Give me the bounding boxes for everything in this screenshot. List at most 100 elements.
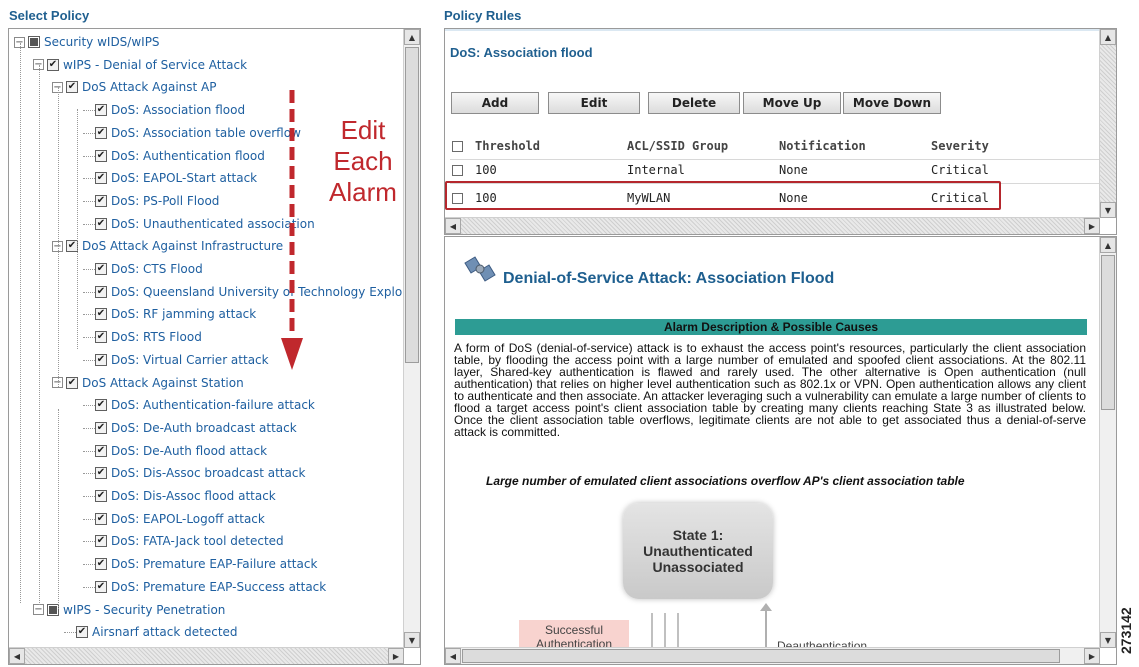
- tree-item-label[interactable]: DoS: Dis-Assoc flood attack: [111, 489, 276, 503]
- tree-item[interactable]: ✔ DoS: Premature EAP-Failure attack: [95, 553, 317, 575]
- collapse-icon[interactable]: −: [33, 604, 44, 615]
- tree-horizontal-scrollbar[interactable]: ◀ ▶: [9, 647, 404, 664]
- tree-checkbox[interactable]: ✔: [95, 149, 107, 162]
- tree-item[interactable]: ✔ DoS: PS-Poll Flood: [95, 190, 219, 212]
- tree-item-label[interactable]: DoS: PS-Poll Flood: [111, 194, 219, 208]
- table-row[interactable]: 100 Internal None Critical: [450, 157, 1100, 184]
- tree-checkbox[interactable]: ✔: [95, 104, 107, 117]
- tree-item-label[interactable]: DoS: Association table overflow: [111, 126, 301, 140]
- tree-item[interactable]: ✔ DoS: EAPOL-Start attack: [95, 167, 257, 189]
- tree-item[interactable]: ✔ DoS: Premature EAP-Success attack: [95, 576, 326, 598]
- scroll-right-icon[interactable]: ▶: [1084, 648, 1100, 664]
- tree-checkbox[interactable]: ✔: [95, 399, 107, 412]
- tree-checkbox[interactable]: ✔: [95, 194, 107, 207]
- scroll-left-icon[interactable]: ◀: [9, 648, 25, 664]
- rules-horizontal-scrollbar[interactable]: ◀ ▶: [445, 217, 1100, 234]
- tree-item[interactable]: ✔ DoS: De-Auth flood attack: [95, 440, 267, 462]
- tree-item[interactable]: ✔ DoS: De-Auth broadcast attack: [95, 417, 297, 439]
- tree-item-label[interactable]: DoS: Premature EAP-Failure attack: [111, 557, 317, 571]
- tree-item[interactable]: ✔ DoS: Association flood: [95, 99, 245, 121]
- tree-checkbox[interactable]: ✔: [95, 331, 107, 344]
- tree-checkbox[interactable]: ✔: [95, 172, 107, 185]
- tree-item-label[interactable]: DoS: RTS Flood: [111, 330, 202, 344]
- tree-item-label[interactable]: DoS: Authentication flood: [111, 149, 265, 163]
- delete-button[interactable]: Delete: [648, 92, 740, 114]
- tree-item[interactable]: ✔ DoS: FATA-Jack tool detected: [95, 530, 284, 552]
- tree-item[interactable]: − Security wIDS/wIPS: [14, 31, 160, 53]
- tree-item-label[interactable]: DoS: RF jamming attack: [111, 307, 256, 321]
- tree-checkbox[interactable]: ✔: [95, 353, 107, 366]
- tree-item[interactable]: ✔ DoS: Dis-Assoc broadcast attack: [95, 462, 305, 484]
- tree-checkbox[interactable]: [28, 36, 40, 48]
- tree-checkbox[interactable]: ✔: [95, 558, 107, 571]
- scroll-down-icon[interactable]: ▼: [404, 632, 420, 648]
- tree-item-label[interactable]: DoS: Virtual Carrier attack: [111, 353, 269, 367]
- scroll-up-icon[interactable]: ▲: [1100, 237, 1116, 253]
- scroll-down-icon[interactable]: ▼: [1100, 632, 1116, 648]
- tree-item-label[interactable]: wIPS - Security Penetration: [63, 603, 225, 617]
- tree-item[interactable]: ✔ DoS: EAPOL-Logoff attack: [95, 508, 265, 530]
- row-checkbox[interactable]: [452, 165, 463, 176]
- scroll-up-icon[interactable]: ▲: [1100, 29, 1116, 45]
- scroll-right-icon[interactable]: ▶: [1084, 218, 1100, 234]
- tree-item[interactable]: ✔ DoS: Authentication flood: [95, 145, 265, 167]
- tree-item-label[interactable]: DoS Attack Against AP: [82, 80, 216, 94]
- rules-vertical-scrollbar[interactable]: ▲ ▼: [1099, 29, 1116, 218]
- tree-item[interactable]: ✔ DoS: Virtual Carrier attack: [95, 349, 269, 371]
- tree-item[interactable]: − ✔ DoS Attack Against AP: [52, 76, 216, 98]
- tree-checkbox[interactable]: ✔: [66, 81, 78, 94]
- tree-item-label[interactable]: Security wIDS/wIPS: [44, 35, 160, 49]
- tree-checkbox[interactable]: ✔: [95, 444, 107, 457]
- tree-item[interactable]: ✔ DoS: CTS Flood: [95, 258, 203, 280]
- tree-item-label[interactable]: Airsnarf attack detected: [92, 625, 238, 639]
- tree-item-label[interactable]: DoS: Queensland University of Technology…: [111, 285, 404, 299]
- tree-checkbox[interactable]: ✔: [47, 58, 59, 71]
- edit-button[interactable]: Edit: [548, 92, 640, 114]
- tree-item-label[interactable]: wIPS - Denial of Service Attack: [63, 58, 247, 72]
- tree-checkbox[interactable]: ✔: [95, 126, 107, 139]
- tree-item-label[interactable]: DoS: EAPOL-Start attack: [111, 171, 257, 185]
- tree-checkbox[interactable]: ✔: [95, 467, 107, 480]
- tree-item-label[interactable]: DoS: EAPOL-Logoff attack: [111, 512, 265, 526]
- tree-checkbox[interactable]: ✔: [95, 535, 107, 548]
- description-scroll-thumb[interactable]: [1101, 255, 1115, 410]
- move-up-button[interactable]: Move Up: [743, 92, 841, 114]
- tree-checkbox[interactable]: ✔: [76, 626, 88, 639]
- tree-checkbox[interactable]: ✔: [95, 308, 107, 321]
- tree-checkbox[interactable]: ✔: [95, 512, 107, 525]
- move-down-button[interactable]: Move Down: [843, 92, 941, 114]
- tree-item-label[interactable]: DoS: Authentication-failure attack: [111, 398, 315, 412]
- scroll-left-icon[interactable]: ◀: [445, 648, 461, 664]
- description-hscroll-thumb[interactable]: [462, 649, 1060, 663]
- tree-item[interactable]: ✔ DoS: RTS Flood: [95, 326, 202, 348]
- tree-item-label[interactable]: DoS Attack Against Station: [82, 376, 244, 390]
- tree-item[interactable]: ✔ DoS: Authentication-failure attack: [95, 394, 315, 416]
- tree-item-label[interactable]: DoS: Dis-Assoc broadcast attack: [111, 466, 305, 480]
- tree-item[interactable]: ✔ Airsnarf attack detected: [76, 621, 238, 643]
- tree-checkbox[interactable]: ✔: [95, 421, 107, 434]
- tree-checkbox[interactable]: ✔: [95, 285, 107, 298]
- tree-item[interactable]: ✔ DoS: Queensland University of Technolog…: [95, 281, 404, 303]
- description-vertical-scrollbar[interactable]: ▲ ▼: [1099, 237, 1116, 648]
- tree-item-label[interactable]: DoS: Premature EAP-Success attack: [111, 580, 326, 594]
- description-horizontal-scrollbar[interactable]: ◀ ▶: [445, 647, 1100, 664]
- scroll-left-icon[interactable]: ◀: [445, 218, 461, 234]
- add-button[interactable]: Add: [451, 92, 539, 114]
- tree-item[interactable]: − ✔ DoS Attack Against Station: [52, 372, 244, 394]
- tree-item[interactable]: ✔ DoS: Association table overflow: [95, 122, 301, 144]
- tree-checkbox[interactable]: ✔: [95, 490, 107, 502]
- tree-item[interactable]: ✔ DoS: Dis-Assoc flood attack: [95, 485, 276, 507]
- tree-item-label[interactable]: DoS: De-Auth flood attack: [111, 444, 267, 458]
- tree-item[interactable]: ✔ DoS: RF jamming attack: [95, 303, 256, 325]
- scroll-right-icon[interactable]: ▶: [388, 648, 404, 664]
- tree-checkbox[interactable]: ✔: [66, 376, 78, 389]
- tree-item[interactable]: − ✔ DoS Attack Against Infrastructure: [52, 235, 283, 257]
- tree-item-label[interactable]: DoS: CTS Flood: [111, 262, 203, 276]
- scroll-down-icon[interactable]: ▼: [1100, 202, 1116, 218]
- scroll-up-icon[interactable]: ▲: [404, 29, 420, 45]
- tree-item-label[interactable]: DoS: De-Auth broadcast attack: [111, 421, 297, 435]
- tree-item-label[interactable]: DoS: FATA-Jack tool detected: [111, 534, 284, 548]
- tree-checkbox[interactable]: ✔: [95, 217, 107, 230]
- select-all-checkbox[interactable]: [452, 141, 463, 152]
- tree-checkbox[interactable]: ✔: [95, 263, 107, 275]
